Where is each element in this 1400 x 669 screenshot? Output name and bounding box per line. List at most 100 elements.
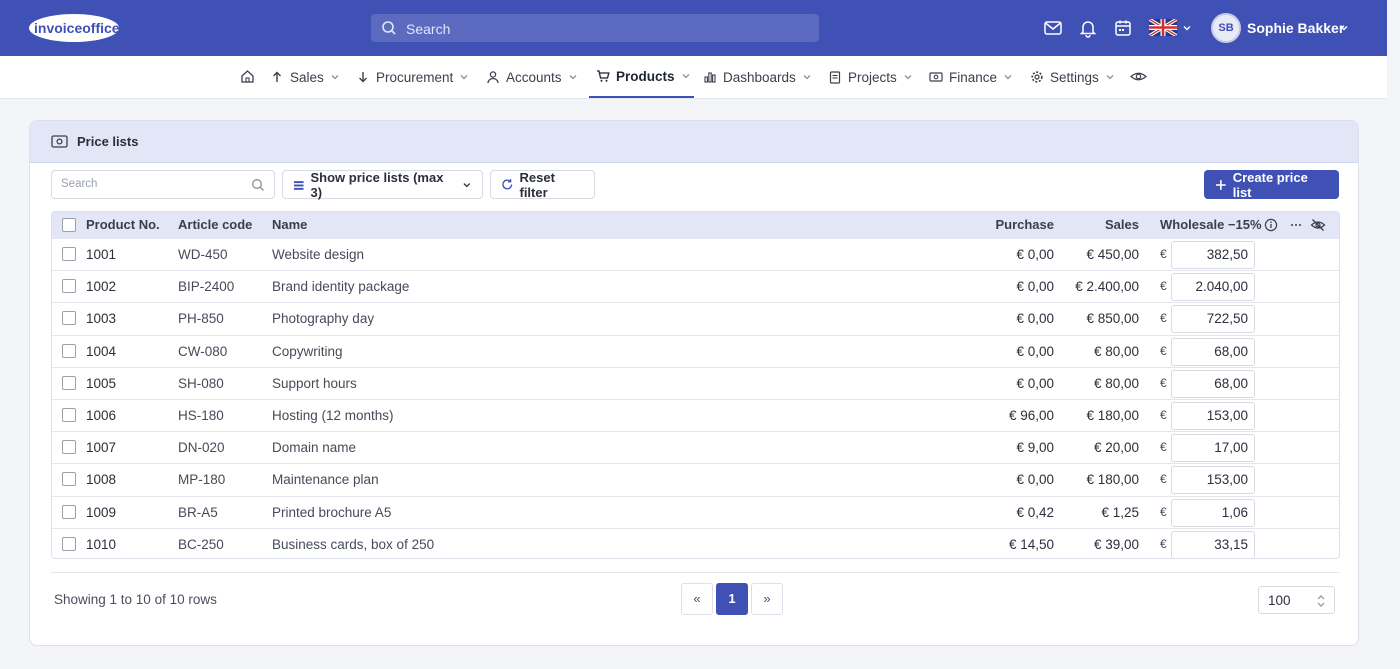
mail-icon[interactable] (1043, 18, 1063, 38)
nav-item-projects[interactable]: Projects (828, 56, 913, 98)
wholesale-price-input[interactable]: 722,50 (1171, 305, 1255, 334)
arrow-down-icon (359, 72, 367, 83)
info-icon[interactable] (1264, 218, 1278, 232)
product-name[interactable]: Copywriting (272, 344, 343, 359)
row-checkbox[interactable] (62, 343, 76, 358)
chevron-down-icon (803, 75, 811, 80)
wholesale-price-input[interactable]: 1,06 (1171, 498, 1255, 527)
nav-item-sales[interactable]: Sales (270, 56, 340, 98)
row-checkbox[interactable] (62, 247, 76, 261)
product-name[interactable]: Hosting (12 months) (272, 408, 394, 423)
table-row[interactable]: 1009 BR-A5 Printed brochure A5 € 0,42 € 1,25… (52, 495, 1339, 528)
reset-filter-button[interactable]: Reset filter (490, 170, 595, 200)
product-name[interactable]: Website design (272, 247, 364, 262)
product-name[interactable]: Printed brochure A5 (272, 505, 391, 520)
chevron-down-icon (1004, 75, 1012, 80)
wholesale-price-input[interactable]: 68,00 (1171, 369, 1255, 398)
row-checkbox[interactable] (62, 504, 76, 519)
nav-item-procurement[interactable]: Procurement (356, 56, 469, 98)
product-name[interactable]: Support hours (272, 376, 357, 391)
next-page-button[interactable]: » (751, 583, 783, 615)
user-name[interactable]: Sophie Bakker (1247, 20, 1344, 36)
wholesale-price-input[interactable]: 153,00 (1171, 402, 1255, 430)
col-purchase[interactable]: Purchase (952, 217, 1054, 232)
table-row[interactable]: 1002 BIP-2400 Brand identity package € 0,00… (52, 270, 1339, 302)
purchase-price: € 96,00 (1008, 408, 1054, 423)
article-code: WD-450 (178, 247, 228, 262)
product-no: 1007 (86, 440, 117, 456)
chevron-down-icon[interactable] (1182, 23, 1192, 33)
calendar-icon[interactable] (1113, 18, 1133, 38)
table-search-input[interactable]: Search (51, 170, 275, 199)
global-search-input[interactable]: Search (371, 14, 819, 42)
table-row[interactable]: 1008 MP-180 Maintenance plan € 0,00 € 180,00… (52, 463, 1339, 495)
row-checkbox[interactable] (62, 536, 76, 551)
wholesale-price-input[interactable]: 68,00 (1171, 337, 1255, 366)
currency-symbol: € (1160, 311, 1167, 326)
currency-symbol: € (1160, 375, 1167, 390)
row-checkbox[interactable] (62, 408, 76, 422)
table-row[interactable]: 1004 CW-080 Copywriting € 0,00 € 80,00 €68,00 (52, 334, 1339, 367)
money-icon (51, 135, 68, 148)
sales-price: € 20,00 (1093, 440, 1139, 456)
article-code: DN-020 (178, 440, 225, 456)
prev-page-button[interactable]: « (681, 583, 713, 615)
nav-item-products[interactable]: Products (589, 56, 694, 98)
cart-icon (597, 70, 610, 82)
nav-item-finance[interactable]: Finance (929, 56, 1013, 98)
table-row[interactable]: 1010 BC-250 Business cards, box of 250 € 14… (52, 527, 1339, 558)
select-all-checkbox[interactable] (62, 218, 76, 232)
home-icon[interactable] (240, 69, 255, 84)
sales-price: € 80,00 (1093, 343, 1139, 359)
table-row[interactable]: 1001 WD-450 Website design € 0,00 € 450,00 €3… (52, 238, 1339, 270)
col-article-code[interactable]: Article code (178, 217, 252, 232)
avatar[interactable]: SB (1211, 13, 1241, 43)
product-name[interactable]: Domain name (272, 440, 356, 455)
chevron-down-icon[interactable] (1339, 23, 1349, 33)
uk-flag-icon[interactable] (1149, 19, 1177, 36)
eye-icon[interactable] (1130, 69, 1147, 84)
card-header: Price lists (30, 121, 1358, 163)
wholesale-price-input[interactable]: 153,00 (1171, 466, 1255, 495)
table-row[interactable]: 1007 DN-020 Domain name € 9,00 € 20,00 €17,00 (52, 431, 1339, 463)
purchase-price: € 0,00 (1016, 472, 1054, 488)
page-size-select[interactable]: 100 (1258, 586, 1335, 614)
col-sales[interactable]: Sales (1062, 217, 1139, 232)
wholesale-price-input[interactable]: 2.040,00 (1171, 273, 1255, 302)
rows-summary: Showing 1 to 10 of 10 rows (54, 592, 217, 607)
nav-item-settings[interactable]: Settings (1030, 56, 1115, 98)
bell-icon[interactable] (1078, 18, 1098, 38)
search-icon (382, 21, 396, 35)
row-checkbox[interactable] (62, 440, 76, 455)
create-price-list-button[interactable]: Create price list (1204, 170, 1339, 200)
wholesale-price-input[interactable]: 382,50 (1171, 241, 1255, 269)
col-product-no[interactable]: Product No. (86, 217, 160, 232)
table-row[interactable]: 1005 SH-080 Support hours € 0,00 € 80,00 €68,… (52, 366, 1339, 399)
nav-item-dashboards[interactable]: Dashboards (703, 56, 812, 98)
currency-symbol: € (1160, 279, 1167, 294)
page-1-button[interactable]: 1 (716, 583, 748, 615)
app-logo[interactable]: invoiceoffice (28, 12, 154, 44)
product-name[interactable]: Photography day (272, 311, 374, 326)
table-row[interactable]: 1006 HS-180 Hosting (12 months) € 96,00 € 18… (52, 399, 1339, 431)
eye-off-icon[interactable] (1310, 217, 1326, 233)
product-no: 1010 (86, 536, 117, 552)
nav-item-accounts[interactable]: Accounts (486, 56, 578, 98)
col-name[interactable]: Name (272, 217, 307, 232)
show-price-lists-dropdown[interactable]: Show price lists (max 3) (282, 169, 483, 200)
row-checkbox[interactable] (62, 472, 76, 487)
show-price-lists-label: Show price lists (max 3) (310, 169, 444, 200)
product-name[interactable]: Maintenance plan (272, 472, 379, 487)
row-checkbox[interactable] (62, 375, 76, 390)
row-checkbox[interactable] (62, 311, 76, 326)
product-name[interactable]: Business cards, box of 250 (272, 537, 434, 552)
wholesale-price-input[interactable]: 17,00 (1171, 434, 1255, 463)
more-icon[interactable] (1289, 218, 1303, 232)
table-row[interactable]: 1003 PH-850 Photography day € 0,00 € 850,00 €… (52, 302, 1339, 334)
article-code: HS-180 (178, 408, 224, 423)
col-wholesale[interactable]: Wholesale −15% (1160, 217, 1262, 232)
product-name[interactable]: Brand identity package (272, 279, 409, 294)
wholesale-price-input[interactable]: 33,15 (1171, 530, 1255, 558)
purchase-price: € 0,00 (1016, 279, 1054, 295)
row-checkbox[interactable] (62, 279, 76, 294)
